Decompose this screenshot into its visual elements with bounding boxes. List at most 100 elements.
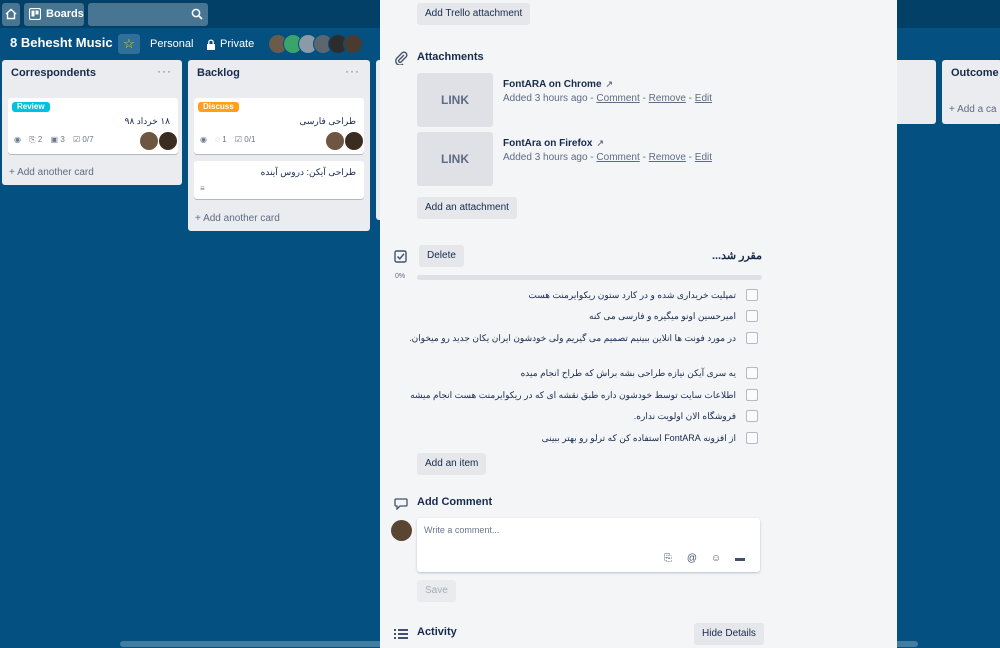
card-detail-modal: Add Trello attachment Attachments LINK F… xyxy=(380,0,897,648)
card[interactable]: Review ۱۸ خرداد ۹۸ ◉ ⎘ 2 ▣ 3 ☑ 0/7 xyxy=(8,98,178,154)
checklist-item[interactable]: تمپلیت خریداری شده و در کارد ستون ریکوای… xyxy=(417,289,758,303)
list-backlog: Backlog ··· Discuss طراحی فارسی ◉ ◌ 1 ☑ … xyxy=(188,60,370,231)
checklist-item[interactable]: فروشگاه الان اولویت نداره. xyxy=(417,410,758,424)
card-label: Review xyxy=(12,102,50,112)
description-icon: ≡ xyxy=(200,184,205,193)
checklist-item-checkbox[interactable] xyxy=(746,310,758,322)
mention-icon[interactable]: @ xyxy=(680,553,704,564)
checklist-item-text[interactable]: از افزونه FontARA استفاده کن که ترلو رو … xyxy=(406,431,736,445)
checklist-item-text[interactable]: تمپلیت خریداری شده و در کارد ستون ریکوای… xyxy=(406,288,736,302)
boards-icon xyxy=(29,8,41,20)
attachment-comment-link[interactable]: Comment xyxy=(596,152,639,163)
boards-label: Boards xyxy=(46,8,84,20)
boards-button[interactable]: Boards xyxy=(24,3,84,26)
add-item-button[interactable]: Add an item xyxy=(417,453,487,475)
comment-badge: ◌ 1 xyxy=(215,135,227,144)
list-title[interactable]: Correspondents xyxy=(11,67,96,79)
star-icon[interactable]: ☆ xyxy=(118,34,140,54)
comment-tools: ⎘ @ ☺ ▬ xyxy=(656,553,752,564)
checklist-percent: 0% xyxy=(395,273,406,280)
add-trello-attachment-button[interactable]: Add Trello attachment xyxy=(417,3,531,25)
checklist-item-checkbox[interactable] xyxy=(746,332,758,344)
attachment-name[interactable]: FontAra on Firefox ↗ xyxy=(503,138,604,149)
attachment-thumbnail[interactable]: LINK xyxy=(417,132,493,186)
avatar[interactable] xyxy=(159,132,177,150)
attachment-remove-link[interactable]: Remove xyxy=(649,93,686,104)
checklist-item-text[interactable]: در مورد فونت ها انلاین ببینیم تصمیم می گ… xyxy=(406,331,736,345)
list-menu-icon[interactable]: ··· xyxy=(345,64,360,78)
checklist-icon xyxy=(394,250,407,263)
home-button[interactable] xyxy=(2,3,20,26)
add-card-button[interactable]: + Add another card xyxy=(9,167,94,178)
save-comment-button[interactable]: Save xyxy=(417,580,456,602)
attachment-icon[interactable]: ⎘ xyxy=(656,553,680,564)
comment-input[interactable]: Write a comment... ⎘ @ ☺ ▬ xyxy=(417,518,760,572)
add-card-button[interactable]: + Add another card xyxy=(195,213,280,224)
attachment-added: Added 3 hours ago - xyxy=(503,152,594,163)
attachment-meta: Added 3 hours ago - Comment - Remove - E… xyxy=(503,152,713,163)
checklist-item[interactable]: در مورد فونت ها انلاین ببینیم تصمیم می گ… xyxy=(409,332,758,360)
checklist-item-checkbox[interactable] xyxy=(746,367,758,379)
checklist-badge: ☑ 0/1 xyxy=(234,135,256,144)
hide-details-button[interactable]: Hide Details xyxy=(694,623,764,645)
attachment-badge: ⎘ 2 xyxy=(29,135,43,144)
checklist-item-text[interactable]: اطلاعات سایت توسط خودشون داره طبق نقشه ا… xyxy=(406,388,736,402)
add-card-button[interactable]: + Add a ca xyxy=(949,104,997,115)
checklist-item-text[interactable]: فروشگاه الان اولویت نداره. xyxy=(406,409,736,423)
avatar[interactable] xyxy=(345,132,363,150)
checklist-item-checkbox[interactable] xyxy=(746,410,758,422)
external-link-icon: ↗ xyxy=(605,79,614,89)
attachments-title: Attachments xyxy=(417,51,484,63)
card[interactable]: Discuss طراحی فارسی ◉ ◌ 1 ☑ 0/1 xyxy=(194,98,364,154)
checklist-item-text[interactable]: یه سری آیکن نیازه طراحی بشه براش که طراح… xyxy=(406,366,736,380)
delete-checklist-button[interactable]: Delete xyxy=(419,245,464,267)
attachment-title: FontARA on Chrome xyxy=(503,79,602,90)
paperclip-icon xyxy=(395,51,408,65)
comment-count: 1 xyxy=(222,135,227,144)
avatar[interactable] xyxy=(343,34,363,54)
personal-button[interactable]: Personal xyxy=(144,34,199,54)
checklist-title[interactable]: مقرر شد... xyxy=(712,249,762,262)
checklist-item-checkbox[interactable] xyxy=(746,289,758,301)
private-button[interactable]: Private xyxy=(200,34,260,54)
add-attachment-button[interactable]: Add an attachment xyxy=(417,197,517,219)
attachment-remove-link[interactable]: Remove xyxy=(649,152,686,163)
list-title[interactable]: Backlog xyxy=(197,67,240,79)
card-icon[interactable]: ▬ xyxy=(728,553,752,564)
attachment-edit-link[interactable]: Edit xyxy=(695,93,712,104)
list-title[interactable]: Outcome xyxy=(951,67,999,79)
comment-icon xyxy=(394,498,408,510)
board-title[interactable]: 8 Behesht Music xyxy=(10,35,113,50)
checklist-item[interactable]: از افزونه FontARA استفاده کن که ترلو رو … xyxy=(417,432,758,446)
emoji-icon[interactable]: ☺ xyxy=(704,553,728,564)
card[interactable]: طراحی آیکن: دروس آینده ≡ xyxy=(194,161,364,199)
checklist-item[interactable]: امیرحسین اونو میگیره و فارسی می کنه xyxy=(417,310,758,324)
external-link-icon: ↗ xyxy=(596,138,604,148)
avatar[interactable] xyxy=(140,132,158,150)
attachment-added: Added 3 hours ago - xyxy=(503,93,594,104)
search-icon xyxy=(191,8,203,20)
image-count: 3 xyxy=(60,135,65,144)
attachment-thumbnail[interactable]: LINK xyxy=(417,73,493,127)
checklist-item[interactable]: یه سری آیکن نیازه طراحی بشه براش که طراح… xyxy=(417,367,758,381)
activity-title: Activity xyxy=(417,626,457,638)
eye-icon: ◉ xyxy=(200,135,207,144)
checklist-item-text[interactable]: امیرحسین اونو میگیره و فارسی می کنه xyxy=(406,309,736,323)
card-title: ۱۸ خرداد ۹۸ xyxy=(124,116,170,126)
attachment-comment-link[interactable]: Comment xyxy=(596,93,639,104)
attachment-name[interactable]: FontARA on Chrome ↗ xyxy=(503,79,613,90)
checklist-item-checkbox[interactable] xyxy=(746,389,758,401)
private-label: Private xyxy=(220,38,255,50)
avatar[interactable] xyxy=(391,520,412,541)
checklist-item-checkbox[interactable] xyxy=(746,432,758,444)
card-badges: ◉ ⎘ 2 ▣ 3 ☑ 0/7 xyxy=(14,135,100,145)
checklist-count: 0/1 xyxy=(244,135,256,144)
checklist-item[interactable]: اطلاعات سایت توسط خودشون داره طبق نقشه ا… xyxy=(410,389,758,403)
avatar[interactable] xyxy=(326,132,344,150)
attachment-edit-link[interactable]: Edit xyxy=(695,152,712,163)
card-badges: ◉ ◌ 1 ☑ 0/1 xyxy=(200,135,261,144)
card-label: Discuss xyxy=(198,102,239,112)
search-input[interactable] xyxy=(88,3,208,26)
activity-icon xyxy=(394,629,408,639)
list-menu-icon[interactable]: ··· xyxy=(157,64,172,78)
